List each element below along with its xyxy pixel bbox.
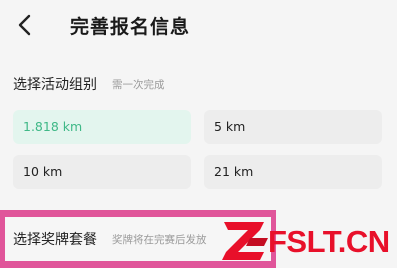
medal-section-hint: 奖牌将在完赛后发放 xyxy=(112,234,207,246)
group-option-1-818km[interactable]: 1.818 km xyxy=(13,110,191,144)
back-arrow-icon[interactable] xyxy=(14,13,36,37)
medal-section-label: 选择奖牌套餐 xyxy=(13,232,97,248)
group-option-5km[interactable]: 5 km xyxy=(204,110,382,144)
group-option-10km[interactable]: 10 km xyxy=(13,155,191,189)
top-bar: 完善报名信息 xyxy=(0,0,397,50)
group-section-label: 选择活动组别 xyxy=(13,77,97,93)
group-option-21km[interactable]: 21 km xyxy=(204,155,382,189)
page-title: 完善报名信息 xyxy=(70,16,191,38)
watermark-logo-icon xyxy=(222,222,268,260)
watermark-text: FSLT.CN xyxy=(268,224,390,259)
group-section-hint: 需一次完成 xyxy=(112,79,165,91)
